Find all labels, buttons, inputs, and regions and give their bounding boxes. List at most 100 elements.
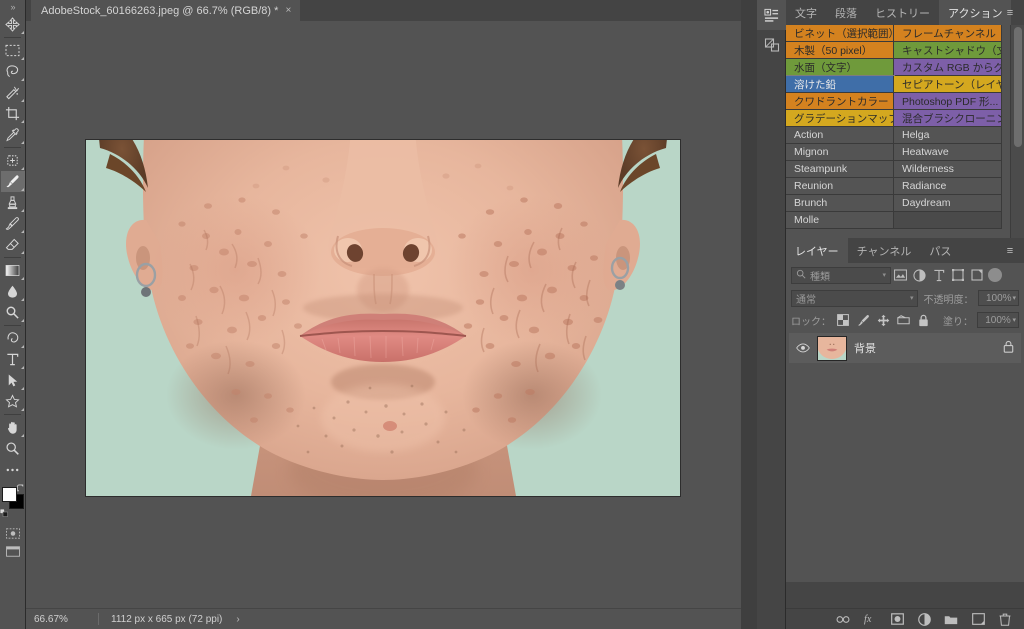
document-tab[interactable]: AdobeStock_60166263.jpeg @ 66.7% (RGB/8)… — [31, 0, 301, 21]
action-item[interactable]: Brunch — [786, 195, 894, 212]
path-selection-tool[interactable] — [1, 370, 25, 391]
action-item[interactable]: Photoshop PDF 形... — [894, 93, 1002, 110]
action-item[interactable]: フレームチャンネル（5... — [894, 25, 1002, 42]
tab-history[interactable]: ヒストリー — [866, 0, 939, 25]
type-tool[interactable] — [1, 349, 25, 370]
close-icon[interactable]: × — [285, 5, 291, 16]
action-item[interactable]: クワドラントカラー — [786, 93, 894, 110]
lock-artboard-nesting-icon[interactable] — [895, 312, 911, 328]
chevron-down-icon[interactable]: ▾ — [1012, 294, 1016, 302]
table-row[interactable]: 背景 — [789, 333, 1021, 363]
actions-scrollbar[interactable] — [1010, 25, 1024, 238]
action-item[interactable]: Heatwave — [894, 144, 1002, 161]
layer-visibility-icon[interactable] — [796, 343, 810, 353]
adjustment-layer-button[interactable] — [917, 612, 931, 626]
pen-tool[interactable] — [1, 328, 25, 349]
layers-panel-menu-icon[interactable]: ≡ — [1000, 238, 1020, 263]
action-item[interactable]: Wilderness — [894, 161, 1002, 178]
link-layers-button[interactable] — [836, 612, 850, 626]
action-item[interactable]: Mignon — [786, 144, 894, 161]
zoom-tool[interactable] — [1, 438, 25, 459]
chevron-right-icon[interactable]: › — [236, 614, 239, 625]
filter-enable-toggle[interactable] — [988, 268, 1002, 282]
layer-list[interactable]: 背景 — [786, 331, 1024, 582]
blur-tool[interactable] — [1, 281, 25, 302]
brush-tool[interactable] — [0, 171, 25, 192]
tab-channels[interactable]: チャンネル — [848, 238, 921, 263]
action-item[interactable]: Daydream — [894, 195, 1002, 212]
chevron-down-icon[interactable]: ▾ — [1012, 316, 1016, 324]
dodge-tool[interactable] — [1, 302, 25, 323]
foreground-color-swatch[interactable] — [1, 487, 17, 502]
chevron-down-icon[interactable]: ▾ — [910, 294, 914, 302]
image-canvas[interactable] — [86, 140, 680, 496]
action-item[interactable]: Radiance — [894, 178, 1002, 195]
actions-scrollbar-thumb[interactable] — [1014, 27, 1022, 147]
action-item[interactable]: Helga — [894, 127, 1002, 144]
eraser-tool[interactable] — [1, 234, 25, 255]
zoom-level[interactable]: 66.67% — [26, 614, 98, 625]
lock-transparent-pixels-icon[interactable] — [835, 312, 851, 328]
panel-menu-icon[interactable]: ≡ — [1000, 0, 1020, 25]
quick-selection-tool[interactable] — [1, 82, 25, 103]
gradient-tool[interactable] — [1, 260, 25, 281]
layer-mask-button[interactable] — [890, 612, 904, 626]
lock-position-icon[interactable] — [875, 312, 891, 328]
lock-all-icon[interactable] — [915, 312, 931, 328]
lasso-tool[interactable] — [1, 61, 25, 82]
filter-type-icon[interactable] — [929, 266, 948, 285]
action-item[interactable]: グラデーションマップ — [786, 110, 894, 127]
toolbar-expand-button[interactable]: » — [0, 0, 26, 14]
canvas-scroll-area[interactable] — [26, 21, 741, 608]
edit-toolbar-tool[interactable] — [1, 459, 25, 480]
action-item[interactable]: Steampunk — [786, 161, 894, 178]
action-item[interactable]: Action — [786, 127, 894, 144]
tab-character[interactable]: 文字 — [786, 0, 826, 25]
action-item[interactable]: セピアトーン（レイヤー） — [894, 76, 1002, 93]
screen-mode-button[interactable] — [0, 542, 26, 560]
action-item[interactable]: 木製（50 pixel） — [786, 42, 894, 59]
rectangular-marquee-tool[interactable] — [1, 40, 25, 61]
action-item[interactable]: キャストシャドウ（文... — [894, 42, 1002, 59]
layer-name[interactable]: 背景 — [854, 340, 876, 356]
custom-shape-tool[interactable] — [1, 391, 25, 412]
action-item[interactable]: 溶けた鉛 — [786, 75, 895, 94]
action-item[interactable]: Reunion — [786, 178, 894, 195]
chevron-down-icon[interactable]: ▾ — [882, 271, 886, 279]
clone-stamp-tool[interactable] — [1, 192, 25, 213]
action-item[interactable]: ビネット（選択範囲） — [786, 25, 894, 42]
tab-paragraph[interactable]: 段落 — [826, 0, 866, 25]
delete-layer-button[interactable] — [998, 612, 1012, 626]
opacity-input[interactable]: 100% ▾ — [978, 290, 1019, 306]
new-group-button[interactable] — [944, 612, 958, 626]
filter-shape-icon[interactable] — [948, 266, 967, 285]
filter-kind-select[interactable]: 種類 ▾ — [791, 266, 891, 284]
blend-mode-select[interactable]: 通常 ▾ — [791, 289, 919, 307]
hand-tool[interactable] — [1, 417, 25, 438]
reset-colors-icon[interactable] — [0, 508, 8, 520]
action-item[interactable]: 混合ブラシクローニン... — [894, 110, 1002, 127]
crop-tool[interactable] — [1, 103, 25, 124]
quick-mask-button[interactable] — [0, 524, 26, 542]
layer-style-button[interactable]: fx — [863, 612, 877, 626]
filter-pixel-icon[interactable] — [891, 266, 910, 285]
action-item[interactable]: 水面（文字） — [786, 59, 894, 76]
action-item[interactable]: カスタム RGB からグ... — [894, 59, 1002, 76]
filter-adjustment-icon[interactable] — [910, 266, 929, 285]
tab-layers[interactable]: レイヤー — [786, 238, 848, 263]
properties-panel-icon[interactable] — [757, 0, 786, 30]
spot-healing-brush-tool[interactable] — [1, 150, 25, 171]
new-layer-button[interactable] — [971, 612, 985, 626]
actions-list[interactable]: ビネット（選択範囲）フレームチャンネル（5...木製（50 pixel）キャスト… — [786, 25, 1024, 238]
action-item[interactable]: Molle — [786, 212, 894, 229]
color-swatches[interactable] — [0, 484, 26, 520]
history-brush-tool[interactable] — [1, 213, 25, 234]
fill-input[interactable]: 100% ▾ — [977, 312, 1019, 328]
move-tool[interactable] — [1, 14, 25, 35]
tab-paths[interactable]: パス — [920, 238, 960, 263]
lock-image-pixels-icon[interactable] — [855, 312, 871, 328]
layer-lock-icon[interactable] — [1003, 340, 1014, 356]
eyedropper-tool[interactable] — [1, 124, 25, 145]
filter-smart-object-icon[interactable] — [967, 266, 986, 285]
adjustments-panel-icon[interactable] — [757, 30, 786, 60]
